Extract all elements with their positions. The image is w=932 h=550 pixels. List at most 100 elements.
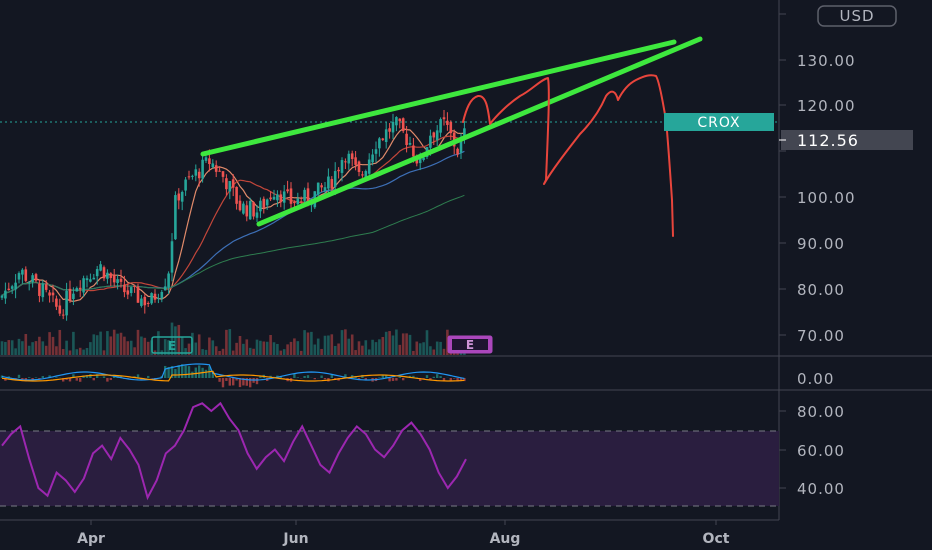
macd-histogram-bar: [255, 378, 259, 385]
candle-body: [153, 293, 157, 300]
candle-body: [265, 199, 269, 206]
volume-bar: [435, 341, 439, 355]
macd-histogram-bar: [204, 369, 208, 378]
volume-bar: [17, 338, 21, 355]
macd-histogram-bar: [79, 378, 82, 382]
candle-body: [75, 288, 79, 292]
candle-body: [286, 189, 289, 192]
candle-body: [412, 145, 415, 157]
candle-body: [150, 293, 153, 304]
macd-histogram-bar: [432, 376, 435, 378]
macd-histogram-bar: [187, 366, 191, 378]
time-tick-aug: Aug: [490, 531, 521, 547]
volume-bar: [378, 339, 381, 355]
volume-bar: [405, 333, 408, 355]
volume-bar: [276, 343, 279, 355]
candle-body: [38, 283, 41, 296]
candle-body: [347, 153, 351, 164]
candle-body: [85, 278, 89, 281]
candle-body: [276, 194, 279, 201]
candle-body: [218, 170, 221, 172]
ticker-text: CROX: [697, 115, 740, 131]
candle-body: [211, 163, 215, 168]
candle-body: [208, 158, 211, 165]
volume-bar: [248, 347, 252, 355]
volume-bar: [109, 336, 113, 355]
volume-bar: [347, 338, 351, 355]
volume-bar: [119, 332, 123, 355]
macd-histogram-bar: [398, 377, 401, 378]
volume-bar: [31, 342, 34, 355]
candle-body: [41, 283, 45, 298]
candle-body: [367, 159, 371, 174]
candle-body: [146, 302, 150, 304]
candle-body: [143, 296, 147, 306]
candle-body: [163, 286, 167, 291]
volume-bar: [422, 342, 425, 355]
macd-histogram-bar: [181, 364, 184, 378]
candle-body: [82, 278, 85, 293]
macd-histogram-bar: [388, 378, 391, 382]
volume-bar: [112, 329, 116, 355]
candle-body: [388, 128, 391, 132]
candle-body: [333, 171, 337, 187]
time-tick-oct: Oct: [703, 531, 730, 547]
volume-bar: [21, 341, 24, 355]
candle-body: [442, 117, 446, 120]
volume-bar: [95, 335, 99, 355]
volume-bar: [374, 342, 378, 355]
volume-bar: [44, 345, 48, 355]
candle-body: [330, 179, 334, 189]
candle-body: [391, 121, 395, 133]
candle-body: [449, 121, 453, 134]
time-tick-apr: Apr: [77, 531, 105, 547]
candle-body: [180, 191, 184, 202]
candle-body: [170, 241, 174, 273]
ticker-label[interactable]: CROX: [664, 113, 774, 131]
candle-body: [381, 138, 385, 140]
volume-bar: [27, 345, 31, 355]
candle-body: [432, 132, 436, 138]
volume-bar: [439, 341, 442, 355]
volume-bar: [391, 335, 395, 355]
volume-bar: [408, 334, 412, 355]
candle-body: [269, 197, 272, 200]
volume-bar: [432, 349, 436, 355]
macd-histogram-bar: [198, 365, 201, 378]
volume-bar: [293, 338, 296, 355]
currency-label: USD: [839, 7, 874, 25]
candle-body: [327, 176, 330, 189]
volume-bar: [211, 340, 215, 355]
candle-body: [228, 181, 232, 192]
candle-body: [245, 205, 249, 217]
volume-bar: [265, 341, 269, 355]
volume-bar: [306, 332, 310, 355]
volume-bar: [228, 329, 232, 355]
candle-body: [354, 157, 357, 165]
volume-bar: [340, 330, 344, 355]
macd-histogram-bar: [330, 374, 333, 378]
price-tick-120: 120.00: [797, 97, 856, 115]
candle-body: [55, 298, 58, 307]
volume-bar: [136, 329, 140, 355]
volume-bar: [235, 342, 238, 355]
candle-body: [303, 189, 306, 201]
volume-bar: [34, 341, 38, 355]
candle-body: [0, 295, 4, 298]
macd-histogram-bar: [17, 374, 21, 378]
volume-bar: [72, 331, 75, 355]
candle-body: [119, 278, 123, 282]
candle-body: [187, 176, 191, 178]
macd-histogram-bar: [303, 375, 306, 378]
candle-body: [102, 267, 106, 279]
macd-histogram-bar: [102, 376, 106, 378]
volume-bar: [82, 349, 85, 355]
candle-body: [123, 284, 126, 293]
volume-bar: [316, 338, 320, 355]
volume-bar: [238, 336, 242, 355]
volume-bar: [214, 346, 218, 355]
candle-body: [197, 171, 201, 179]
volume-bar: [333, 345, 337, 355]
earnings-marker-upcoming[interactable]: E: [447, 335, 493, 354]
macd-histogram-bar: [391, 378, 395, 381]
